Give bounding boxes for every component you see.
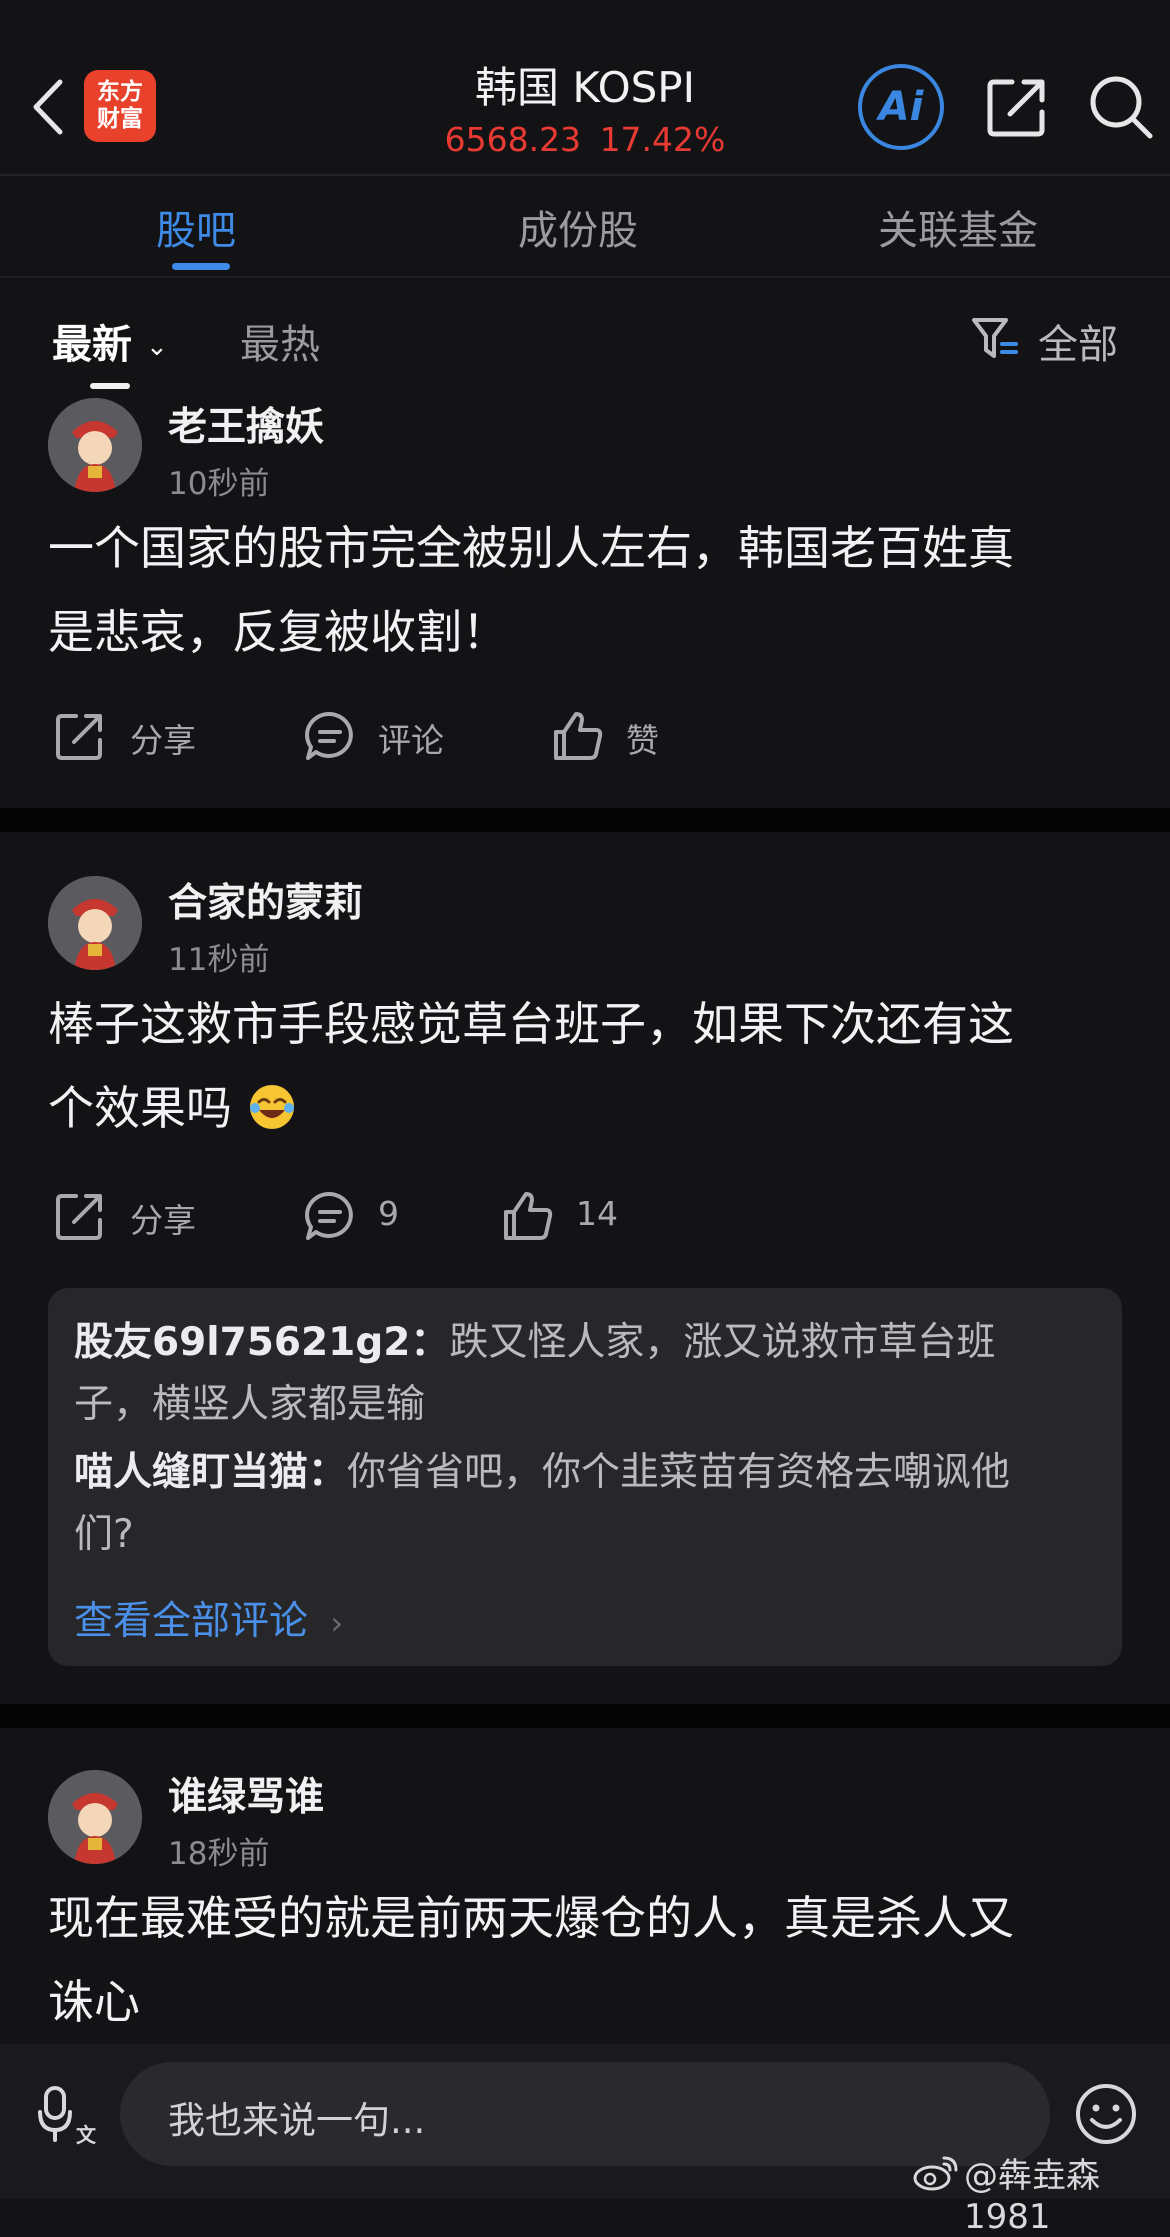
reply-line: 股友69l75621g2：跌又怪人家，涨又说救市草台班 [74,1312,1084,1374]
reply-text-cont: 们? [74,1512,134,1557]
back-arrow-icon[interactable] [24,72,74,142]
weibo-logo-icon [913,2156,958,2191]
post-text-line: 个效果吗 [48,1066,1128,1150]
avatar-character-icon [48,876,142,970]
like-thumb-icon[interactable] [500,1188,556,1244]
comment-reply[interactable]: 喵人缝盯当猫：你省省吧，你个韭菜苗有资格去嘲讽他 们? [74,1442,1084,1566]
post-text-line-content: 个效果吗 [48,1081,232,1135]
logo-text-bottom: 财富 [97,106,143,132]
reply-text-cont: 子，横竖人家都是输 [74,1382,426,1427]
share-external-icon[interactable] [982,72,1052,142]
reply-username: 喵人缝盯当猫： [74,1450,348,1495]
post-time: 18秒前 [168,1836,270,1872]
post-body[interactable]: 一个国家的股市完全被别人左右，韩国老百姓真 是悲哀，反复被收割！ [48,506,1128,674]
filter-icon[interactable] [968,312,1020,364]
post-text-line: 是悲哀，反复被收割！ [48,605,508,659]
share-icon[interactable] [52,1188,108,1244]
app-logo: 东方 财富 [84,70,156,142]
view-all-label: 查看全部评论 [74,1599,309,1644]
sort-hot[interactable]: 最热 [240,312,320,370]
page-title: 韩国 KOSPI [474,63,696,112]
index-price: 6568.23 [444,120,582,159]
share-icon[interactable] [52,708,108,764]
post-body[interactable]: 现在最难受的就是前两天爆仓的人，真是杀人又 诛心 [48,1876,1128,2044]
view-all-comments-link[interactable]: 查看全部评论 › [74,1590,343,1646]
avatar[interactable] [48,876,142,970]
comment-label[interactable]: 评论 [378,714,444,762]
active-tab-indicator [172,263,230,270]
post-separator [0,808,1170,832]
reply-username: 股友69l75621g2： [74,1320,450,1365]
avatar-character-icon [48,1770,142,1864]
avatar[interactable] [48,398,142,492]
chevron-right-icon: › [330,1604,344,1642]
logo-text-top: 东方 [97,79,143,105]
voice-input-icon[interactable]: 文 [38,2082,96,2148]
ai-assistant-button[interactable]: Ai [858,64,944,150]
comment-input-placeholder: 我也来说一句... [168,2099,426,2142]
filter-all[interactable]: 全部 [1038,312,1118,370]
tab-related-funds[interactable]: 关联基金 [878,198,1038,256]
search-icon[interactable] [1086,72,1156,142]
like-thumb-icon[interactable] [550,708,606,764]
tabs-divider [0,276,1170,278]
post-time: 11秒前 [168,942,270,978]
like-count[interactable]: 14 [576,1194,618,1233]
avatar[interactable] [48,1770,142,1864]
like-label[interactable]: 赞 [626,714,659,762]
post-text-line: 一个国家的股市完全被别人左右，韩国老百姓真 [48,521,1014,575]
comment-reply[interactable]: 股友69l75621g2：跌又怪人家，涨又说救市草台班 子，横竖人家都是输 [74,1312,1084,1436]
comment-count[interactable]: 9 [378,1194,399,1233]
header-divider [0,174,1170,176]
index-change: 17.42% [599,120,726,159]
emoji-icon[interactable] [1074,2082,1138,2146]
avatar-character-icon [48,398,142,492]
post-username[interactable]: 合家的蒙莉 [168,872,363,928]
tab-guba[interactable]: 股吧 [156,198,236,256]
comment-icon[interactable] [302,708,358,764]
svg-text:文: 文 [76,2123,96,2147]
sort-latest-label: 最新 [52,322,132,368]
post-body[interactable]: 棒子这救市手段感觉草台班子，如果下次还有这 个效果吗 [48,982,1128,1150]
share-label[interactable]: 分享 [130,1194,196,1242]
post-username[interactable]: 老王擒妖 [168,396,324,452]
index-quote: 6568.23 17.42% [385,120,785,159]
reply-text: 跌又怪人家，涨又说救市草台班 [449,1320,996,1365]
reply-line: 喵人缝盯当猫：你省省吧，你个韭菜苗有资格去嘲讽他 [74,1442,1084,1504]
post-separator [0,1704,1170,1728]
sort-latest[interactable]: 最新 ⌄ [52,312,168,370]
post-text-line: 诛心 [48,1975,140,2029]
sort-indicator [90,383,130,389]
chevron-down-icon: ⌄ [145,332,168,362]
post-username[interactable]: 谁绿骂谁 [168,1766,324,1822]
share-label[interactable]: 分享 [130,714,196,762]
post-text-line: 棒子这救市手段感觉草台班子，如果下次还有这 [48,997,1014,1051]
post-time: 10秒前 [168,466,270,502]
comment-icon[interactable] [302,1188,358,1244]
post-text-line: 现在最难受的就是前两天爆仓的人，真是杀人又 [48,1891,1014,1945]
reply-text: 你省省吧，你个韭菜苗有资格去嘲讽他 [347,1450,1011,1495]
laugh-cry-emoji-icon [249,1085,294,1129]
tab-constituents[interactable]: 成份股 [518,198,638,256]
watermark-text: @犇垚森1981 [964,2156,1100,2237]
